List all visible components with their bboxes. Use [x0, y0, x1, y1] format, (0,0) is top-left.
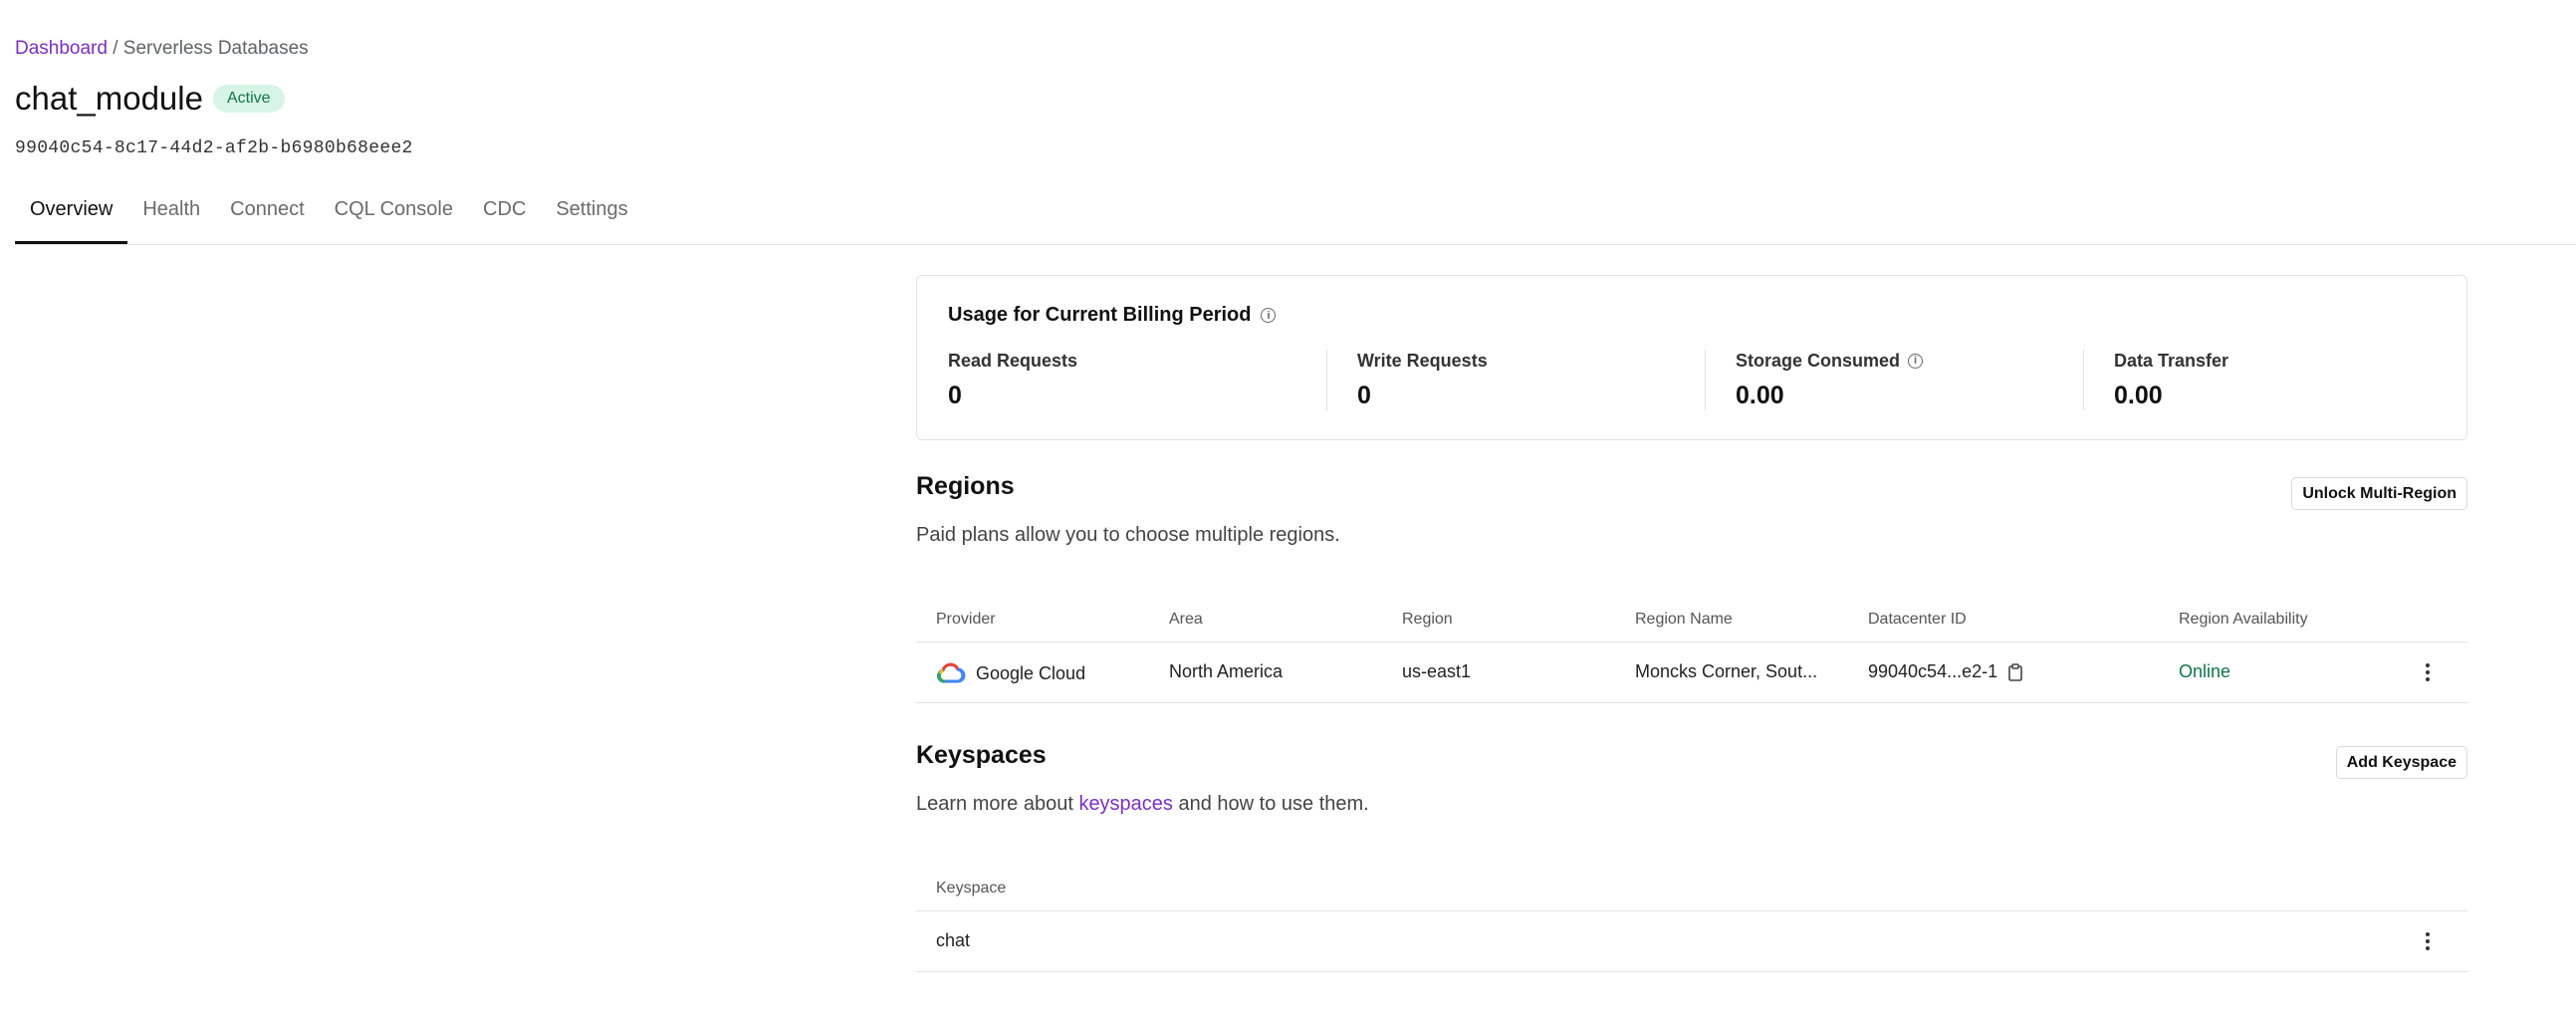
- provider-name: Google Cloud: [976, 662, 1086, 683]
- copy-icon[interactable]: [2007, 662, 2023, 681]
- metric-label: Write Requests: [1357, 350, 1488, 371]
- table-row[interactable]: chat: [916, 911, 2467, 972]
- add-keyspace-button[interactable]: Add Keyspace: [2335, 746, 2467, 779]
- tab-connect[interactable]: Connect: [215, 189, 320, 234]
- unlock-multi-region-button[interactable]: Unlock Multi-Region: [2291, 477, 2467, 510]
- metric-storage-consumed: Storage Consumed i 0.00: [1705, 350, 2083, 410]
- column-header: Region: [1402, 611, 1453, 628]
- tab-cdc[interactable]: CDC: [468, 189, 541, 234]
- region-cell: us-east1: [1402, 661, 1472, 681]
- tab-overview[interactable]: Overview: [15, 189, 128, 244]
- keyspaces-title: Keyspaces: [916, 741, 1047, 769]
- title-row: chat_module Active: [15, 80, 285, 118]
- regions-table: Provider Area Region Region Name Datacen…: [916, 596, 2467, 703]
- tab-bar: Overview Health Connect CQL Console CDC …: [15, 189, 2576, 245]
- metric-value: 0.00: [2114, 382, 2163, 409]
- regions-section: Regions Paid plans allow you to choose m…: [916, 472, 2467, 562]
- regions-description: Paid plans allow you to choose multiple …: [916, 524, 1340, 546]
- tab-cql-console[interactable]: CQL Console: [320, 189, 468, 234]
- breadcrumb-current: Serverless Databases: [122, 38, 309, 59]
- keyspaces-table: Keyspace chat: [916, 865, 2467, 972]
- status-badge: Active: [212, 85, 285, 113]
- keyspaces-section: Keyspaces Learn more about keyspaces and…: [916, 741, 2467, 831]
- keyspace-name-cell: chat: [936, 930, 971, 950]
- column-header: Region Availability: [2179, 611, 2308, 628]
- page-title: chat_module: [15, 80, 203, 117]
- breadcrumb-separator: /: [107, 38, 123, 59]
- metric-label: Storage Consumed: [1736, 350, 1901, 371]
- breadcrumb: Dashboard / Serverless Databases: [15, 38, 309, 60]
- usage-card: Usage for Current Billing Period i Read …: [916, 275, 2467, 440]
- tab-health[interactable]: Health: [127, 189, 215, 234]
- metric-label: Data Transfer: [2114, 350, 2229, 371]
- keyspaces-description: Learn more about keyspaces and how to us…: [916, 793, 1369, 816]
- table-header: Provider Area Region Region Name Datacen…: [916, 596, 2467, 642]
- column-header: Datacenter ID: [1868, 611, 1967, 628]
- region-name-cell: Moncks Corner, Sout...: [1635, 661, 1818, 681]
- google-cloud-icon: [936, 662, 966, 683]
- breadcrumb-dashboard-link[interactable]: Dashboard: [15, 38, 108, 59]
- regions-title: Regions: [916, 472, 1015, 500]
- column-header: Keyspace: [936, 880, 1007, 897]
- tab-settings[interactable]: Settings: [541, 189, 642, 234]
- column-header: Provider: [936, 611, 996, 628]
- table-row[interactable]: Google Cloud North America us-east1 Monc…: [916, 642, 2467, 703]
- metric-write-requests: Write Requests 0: [1326, 350, 1705, 410]
- metric-value: 0: [948, 382, 962, 409]
- metric-value: 0: [1357, 382, 1371, 409]
- keyspaces-link[interactable]: keyspaces: [1078, 793, 1173, 815]
- column-header: Area: [1169, 611, 1203, 628]
- datacenter-id: 99040c54...e2-1: [1868, 661, 1998, 681]
- usage-title: Usage for Current Billing Period: [948, 304, 1252, 326]
- column-header: Region Name: [1635, 611, 1733, 628]
- availability-cell: Online: [2179, 661, 2231, 681]
- area-cell: North America: [1169, 661, 1284, 681]
- metric-data-transfer: Data Transfer 0.00: [2083, 350, 2461, 410]
- description-text: and how to use them.: [1172, 793, 1369, 815]
- info-icon[interactable]: i: [1261, 308, 1277, 323]
- metric-value: 0.00: [1736, 382, 1784, 409]
- metric-label: Read Requests: [948, 350, 1078, 371]
- description-text: Learn more about: [916, 793, 1079, 815]
- row-menu-icon[interactable]: [2418, 662, 2438, 682]
- info-icon[interactable]: i: [1908, 353, 1924, 369]
- datacenter-id-cell: 99040c54...e2-1: [1868, 661, 2023, 682]
- row-menu-icon[interactable]: [2418, 931, 2438, 951]
- provider-cell: Google Cloud: [936, 661, 1085, 685]
- usage-title-row: Usage for Current Billing Period i: [948, 304, 1277, 327]
- usage-metrics: Read Requests 0 Write Requests 0 Storage…: [948, 350, 2466, 410]
- metric-read-requests: Read Requests 0: [948, 350, 1326, 410]
- table-header: Keyspace: [916, 865, 2467, 911]
- database-id: 99040c54-8c17-44d2-af2b-b6980b68eee2: [15, 138, 413, 158]
